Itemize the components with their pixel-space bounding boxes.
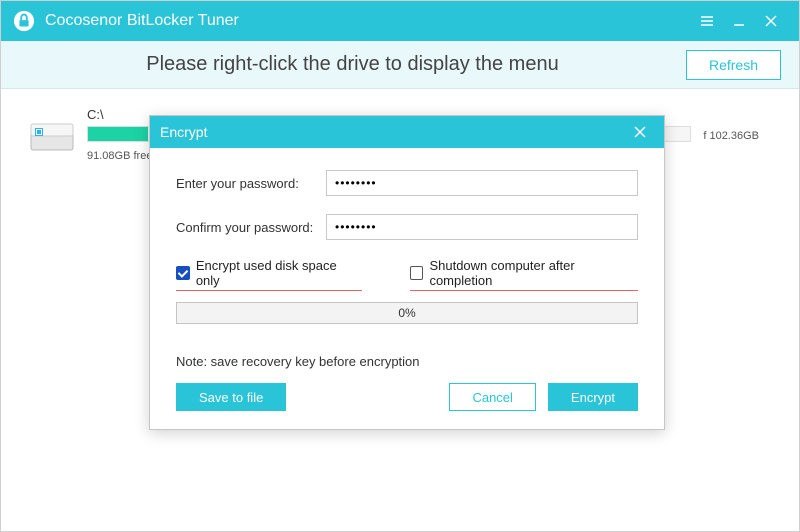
shutdown-after-option[interactable]: Shutdown computer after completion [410, 258, 638, 288]
confirm-password-input[interactable] [326, 214, 638, 240]
enter-password-label: Enter your password: [176, 176, 326, 191]
checkbox-checked-icon [176, 266, 190, 280]
progress-text: 0% [177, 306, 637, 320]
encrypt-used-space-label: Encrypt used disk space only [196, 258, 362, 288]
checkbox-unchecked-icon [410, 266, 424, 280]
save-to-file-button[interactable]: Save to file [176, 383, 286, 411]
confirm-password-label: Confirm your password: [176, 220, 326, 235]
encrypt-used-space-option[interactable]: Encrypt used disk space only [176, 258, 362, 288]
modal-overlay: Encrypt Enter your password: Confirm you… [1, 1, 799, 531]
note-text: Note: save recovery key before encryptio… [176, 354, 638, 369]
progress-bar: 0% [176, 302, 638, 324]
cancel-button[interactable]: Cancel [449, 383, 535, 411]
shutdown-after-label: Shutdown computer after completion [429, 258, 638, 288]
red-underline [410, 290, 638, 292]
enter-password-input[interactable] [326, 170, 638, 196]
red-underline [176, 290, 362, 292]
dialog-title: Encrypt [160, 124, 207, 140]
dialog-header: Encrypt [150, 116, 664, 148]
encrypt-button[interactable]: Encrypt [548, 383, 638, 411]
dialog-close-icon[interactable] [626, 118, 654, 146]
encrypt-dialog: Encrypt Enter your password: Confirm you… [149, 115, 665, 430]
